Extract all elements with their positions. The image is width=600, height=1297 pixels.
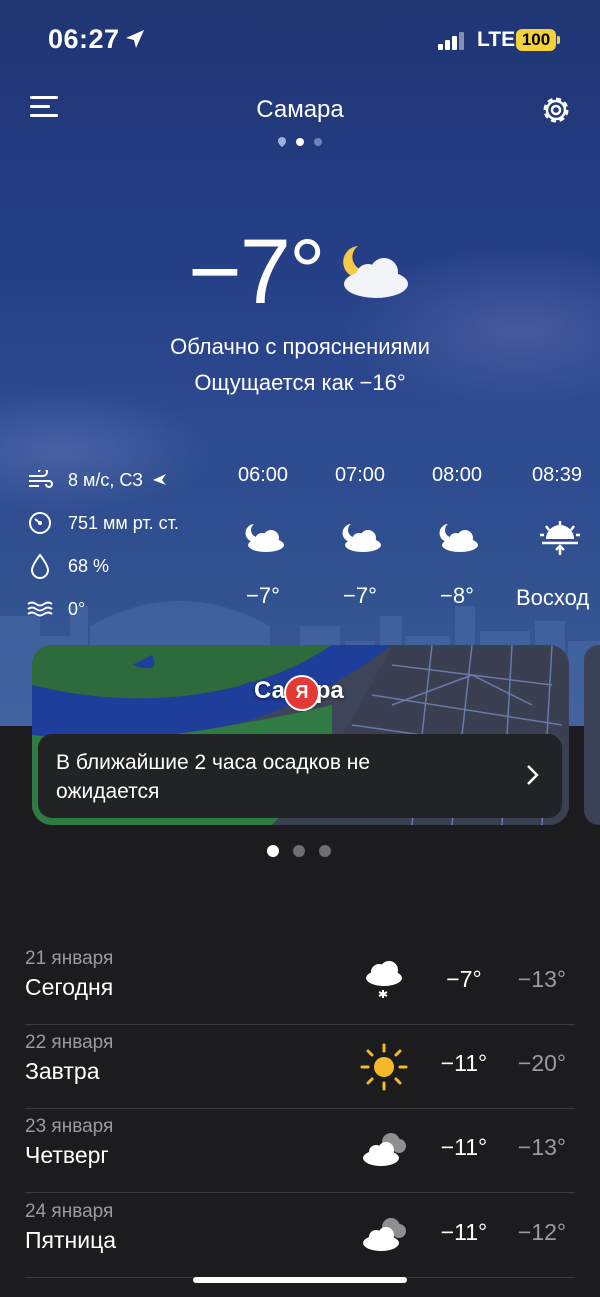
pressure-detail: 751 мм рт. ст. [26, 509, 179, 537]
day-date: 21 января [25, 948, 114, 969]
day-high-temp: −11° [440, 1134, 488, 1160]
sunrise-icon [540, 521, 580, 555]
location-pager [278, 137, 322, 147]
battery-tip [557, 36, 560, 44]
hour-temp: −7° [343, 583, 377, 608]
location-pin-icon [278, 137, 286, 147]
daily-row[interactable]: 24 января Пятница −11° −12° [25, 1193, 575, 1278]
yandex-pin-icon: Я [284, 675, 320, 711]
chevron-right-icon [527, 765, 539, 785]
location-arrow-icon [126, 30, 144, 48]
day-date: 24 января [25, 1201, 114, 1222]
condition-text: Облачно с прояснениями [170, 334, 430, 359]
daily-row[interactable]: 23 января Четверг −11° −13° [25, 1108, 575, 1193]
moon-cloud-icon [245, 524, 284, 552]
day-low-temp: −13° [517, 966, 567, 992]
pressure-value: 751 мм рт. ст. [68, 512, 179, 533]
hour-temp: −7° [246, 583, 280, 608]
day-name: Пятница [25, 1227, 117, 1253]
hourly-item[interactable]: 08:39 Восход [514, 464, 600, 611]
day-date: 23 января [25, 1116, 114, 1137]
clouds-icon [363, 1218, 406, 1251]
hourly-item[interactable]: 06:00 −7° [218, 464, 308, 609]
day-high-temp: −11° [440, 1050, 488, 1076]
day-low-temp: −13° [517, 1134, 567, 1160]
hourly-item[interactable]: 08:00 −8° [412, 464, 502, 609]
feels-like-text: Ощущается как −16° [194, 370, 406, 395]
next-card-peek[interactable] [584, 645, 600, 825]
home-indicator[interactable] [193, 1277, 407, 1283]
day-date: 22 января [25, 1032, 114, 1053]
network-type: LTE [477, 28, 516, 51]
moon-cloud-icon [342, 524, 381, 552]
wind-direction-icon [153, 474, 167, 485]
hour-time: 07:00 [334, 464, 386, 486]
wind-icon [29, 470, 53, 488]
wind-value: 8 м/с, СЗ [68, 469, 144, 490]
precipitation-map-card[interactable]: Самара Я В ближайшие 2 часа осадков не о… [32, 645, 569, 825]
hour-temp: Восход [516, 585, 590, 610]
clouds-icon [363, 1133, 406, 1166]
day-high-temp: −11° [440, 1219, 488, 1245]
sun-icon [360, 1043, 408, 1091]
moon-cloud-icon [439, 524, 478, 552]
water-temp-value: 0° [68, 598, 86, 619]
daily-row[interactable]: 21 января Сегодня −7° −13° [25, 940, 575, 1025]
hour-temp: −8° [440, 583, 474, 608]
status-bar: 06:27 LTE 100 [0, 0, 600, 80]
daily-row[interactable]: 22 января Завтра −11° −20° [25, 1024, 575, 1109]
card-pager [267, 845, 331, 857]
wind-detail: 8 м/с, СЗ [26, 466, 167, 494]
hour-time: 08:39 [532, 464, 583, 486]
pressure-gauge-icon [29, 512, 51, 534]
battery-indicator: 100 [516, 29, 556, 51]
moon-cloud-icon [343, 246, 408, 298]
humidity-drop-icon [30, 553, 50, 579]
day-name: Четверг [25, 1142, 109, 1168]
signal-bars-icon [438, 32, 464, 50]
precipitation-forecast[interactable]: В ближайшие 2 часа осадков не ожидается [38, 734, 562, 818]
day-low-temp: −12° [517, 1219, 567, 1245]
settings-gear-icon[interactable] [538, 92, 574, 128]
current-temperature: −7° [188, 221, 326, 323]
snow-cloud-icon [366, 961, 402, 998]
day-name: Сегодня [25, 974, 114, 1000]
city-title[interactable]: Самара [0, 96, 600, 124]
humidity-detail: 68 % [26, 552, 109, 580]
water-waves-icon [27, 601, 53, 617]
hourly-item[interactable]: 07:00 −7° [315, 464, 405, 609]
day-low-temp: −20° [517, 1050, 567, 1076]
humidity-value: 68 % [68, 555, 110, 576]
day-high-temp: −7° [446, 966, 482, 992]
day-name: Завтра [25, 1058, 100, 1084]
water-temp-detail: 0° [26, 595, 85, 623]
precipitation-text: В ближайшие 2 часа осадков не ожидается [56, 751, 371, 803]
status-time: 06:27 [48, 24, 120, 54]
hour-time: 06:00 [237, 464, 289, 486]
hour-time: 08:00 [431, 464, 483, 486]
